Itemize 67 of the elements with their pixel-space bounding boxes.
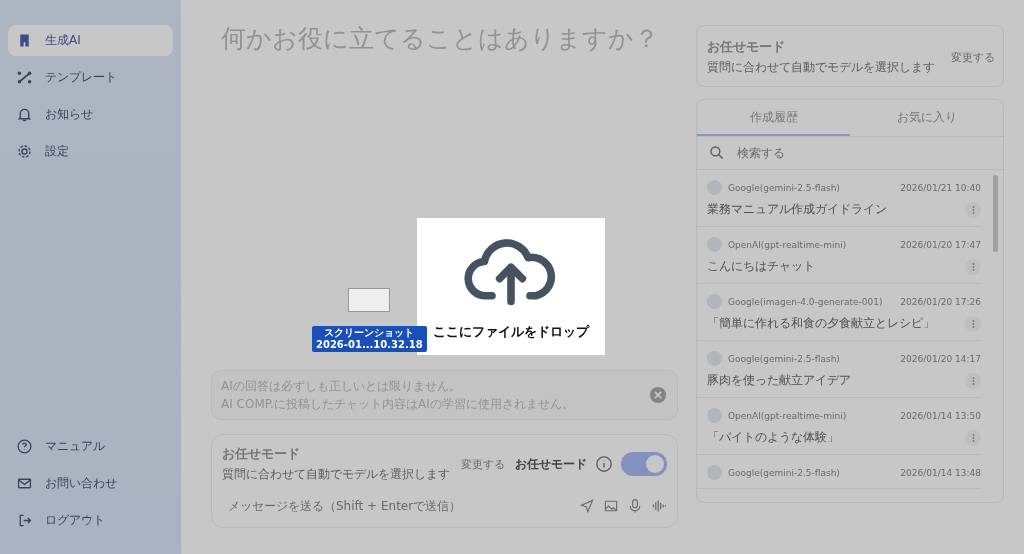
model-name: OpenAI(gpt-realtime-mini) <box>728 239 848 250</box>
history-date: 2026/01/20 17:26 <box>900 296 981 307</box>
history-item[interactable]: OpenAI(gpt-realtime-mini) 2026/01/14 13:50 「バイトのような体験」 <box>697 398 981 455</box>
image-icon[interactable] <box>603 498 619 514</box>
kebab-menu-icon <box>971 432 975 443</box>
history-item[interactable]: Google(gemini-2.5-flash) 2026/01/20 14:17 豚肉を使った献立アイデア <box>697 341 981 398</box>
history-date: 2026/01/14 13:48 <box>900 467 981 478</box>
tab[interactable]: お気に入り <box>850 100 1003 136</box>
mode-description: 質問に合わせて自動でモデルを選択します <box>707 59 935 76</box>
microphone-icon[interactable] <box>627 498 643 514</box>
help-icon <box>16 438 33 455</box>
mode-description: 質問に合わせて自動でモデルを選択します <box>222 466 450 483</box>
search-field[interactable]: 検索する <box>735 145 991 161</box>
history-title: 業務マニュアル作成ガイドライン <box>707 201 887 218</box>
more-button[interactable] <box>965 372 981 389</box>
sidebar-item[interactable]: お問い合わせ <box>8 468 173 499</box>
kebab-menu-icon <box>971 375 975 386</box>
file-thumbnail <box>348 288 391 312</box>
search-icon <box>709 145 725 161</box>
history-title: 「バイトのような体験」 <box>707 429 839 446</box>
more-button[interactable] <box>965 258 981 275</box>
sidebar-item[interactable]: 設定 <box>8 136 173 167</box>
kebab-menu-icon <box>971 204 975 215</box>
sidebar-item[interactable]: 生成AI <box>8 25 173 56</box>
model-name: Google(gemini-2.5-flash) <box>728 467 841 478</box>
change-button[interactable]: 変更する <box>949 47 997 67</box>
more-button[interactable] <box>965 201 981 218</box>
kebab-menu-icon <box>971 318 975 329</box>
history-item[interactable]: Google(gemini-2.5-flash) 2026/01/14 13:48 <box>697 455 981 489</box>
history-date: 2026/01/21 10:40 <box>900 182 981 193</box>
mode-label: お任せモード <box>515 455 587 473</box>
history-item[interactable]: Google(imagen-4.0-generate-001) 2026/01/20 17:26 「簡単に作れる和食の夕食献立とレシピ」 <box>697 284 981 341</box>
change-button[interactable]: 変更する <box>459 454 507 474</box>
drop-message: ここにファイルをドロップ <box>433 322 589 341</box>
history-title: 「簡単に作れる和食の夕食献立とレシピ」 <box>707 315 935 332</box>
toggle-switch[interactable] <box>621 452 667 476</box>
scrollbar[interactable] <box>993 175 998 252</box>
history-date: 2026/01/20 14:17 <box>900 353 981 364</box>
history-title: 豚肉を使った献立アイデア <box>707 372 851 389</box>
bell-icon <box>16 106 33 123</box>
sidebar-item[interactable]: マニュアル <box>8 431 173 462</box>
mode-title: お任せモード <box>222 445 301 463</box>
history-date: 2026/01/14 13:50 <box>900 410 981 421</box>
model-name: OpenAI(gpt-realtime-mini) <box>728 410 848 421</box>
info-icon[interactable] <box>595 455 613 473</box>
message-input[interactable]: メッセージを送る（Shift + Enterで送信） <box>222 493 571 519</box>
settings-icon <box>16 143 33 160</box>
scatter-dots-icon <box>16 69 33 86</box>
sidebar-item[interactable]: お知らせ <box>8 99 173 130</box>
history-date: 2026/01/20 17:47 <box>900 239 981 250</box>
history-title: こんにちはチャット <box>707 258 815 275</box>
mode-title: お任せモード <box>707 38 786 56</box>
waveform-icon[interactable] <box>651 498 667 514</box>
close-icon[interactable] <box>649 386 667 404</box>
model-name: Google(imagen-4.0-generate-001) <box>728 296 884 307</box>
model-name: Google(gemini-2.5-flash) <box>728 182 841 193</box>
more-button[interactable] <box>965 315 981 332</box>
history-item[interactable]: OpenAI(gpt-realtime-mini) 2026/01/20 17:47 こんにちはチャット <box>697 227 981 284</box>
send-icon[interactable] <box>579 498 595 514</box>
sidebar-item[interactable]: ログアウト <box>8 505 173 536</box>
model-name: Google(gemini-2.5-flash) <box>728 353 841 364</box>
file-name: スクリーンショット 2026-01...10.32.18 <box>312 326 427 352</box>
history-item[interactable]: Google(gemini-2.5-flash) 2026/01/21 10:40 業務マニュアル作成ガイドライン <box>697 170 981 227</box>
more-button[interactable] <box>965 429 981 446</box>
kebab-menu-icon <box>971 261 975 272</box>
tab[interactable]: 作成履歴 <box>697 100 850 136</box>
sidebar-item[interactable]: テンプレート <box>8 62 173 93</box>
